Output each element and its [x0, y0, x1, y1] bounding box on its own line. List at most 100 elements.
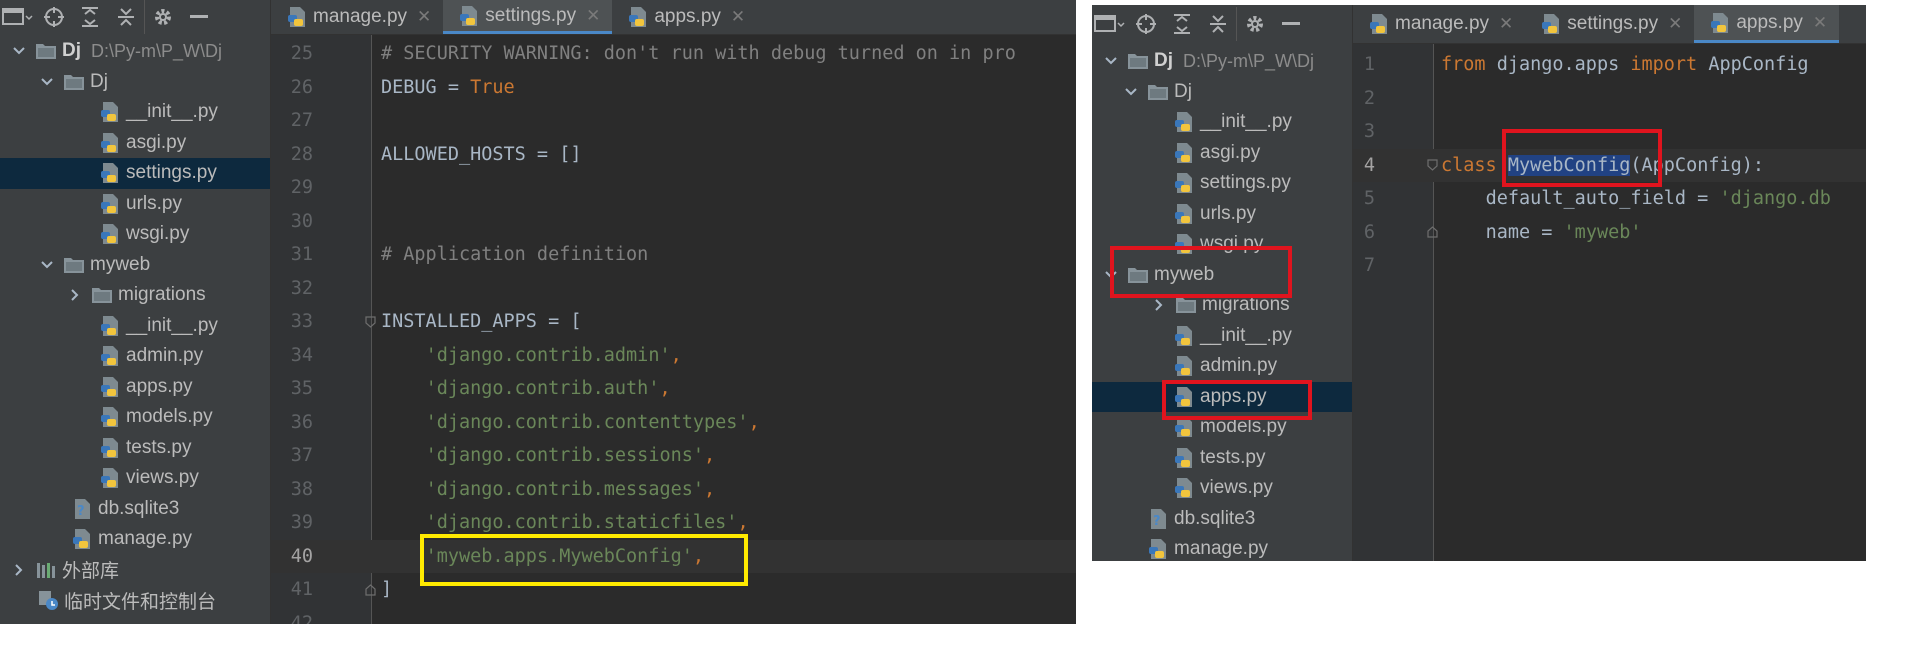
tree-item-label: views.py [126, 467, 199, 489]
tree-item-label: 外部库 [62, 561, 120, 583]
tree-folder-dj[interactable]: Dj [1092, 77, 1352, 108]
tree-file[interactable]: admin.py [1092, 351, 1352, 382]
tree-root[interactable]: Dj D:\Py-m\P_W\Dj [1092, 46, 1352, 77]
tree-file[interactable]: models.py [0, 402, 270, 433]
code-editor[interactable]: 25 # SECURITY WARNING: don't run with deb… [271, 35, 1076, 624]
tree-file-selected[interactable]: settings.py [0, 158, 270, 189]
chevron-down-icon[interactable] [36, 260, 58, 270]
fold-icon[interactable] [1427, 159, 1438, 172]
python-file-icon [285, 5, 309, 29]
python-file-icon [98, 436, 122, 460]
project-tree: Dj D:\Py-m\P_W\Dj Dj __init__.py asgi.py… [0, 36, 270, 616]
tree-file[interactable]: __init__.py [0, 97, 270, 128]
tree-file[interactable]: __init__.py [1092, 107, 1352, 138]
chevron-down-icon[interactable] [8, 46, 30, 56]
tree-file[interactable]: tests.py [1092, 443, 1352, 474]
tree-file[interactable]: manage.py [1092, 534, 1352, 561]
tree-file[interactable]: urls.py [1092, 199, 1352, 230]
tree-file[interactable]: manage.py [0, 524, 270, 555]
gear-icon[interactable] [1236, 7, 1273, 41]
gear-icon[interactable] [144, 0, 181, 34]
expand-all-icon[interactable] [1164, 7, 1200, 41]
tree-item-label: models.py [1200, 416, 1287, 438]
tree-scratches[interactable]: 临时文件和控制台 [0, 585, 270, 616]
tab-apps-py[interactable]: apps.py ✕ [1694, 5, 1840, 43]
close-icon[interactable]: ✕ [1813, 13, 1827, 33]
code-line: 6 name = 'myweb' [1353, 216, 1866, 250]
folder-icon [90, 283, 114, 307]
target-icon[interactable] [1128, 7, 1164, 41]
tree-external-libraries[interactable]: 外部库 [0, 555, 270, 586]
folder-icon [34, 39, 58, 63]
close-icon[interactable]: ✕ [586, 6, 600, 26]
tree-file[interactable]: asgi.py [1092, 138, 1352, 169]
tab-apps-py[interactable]: apps.py ✕ [612, 0, 757, 34]
tree-file[interactable]: ? db.sqlite3 [1092, 504, 1352, 535]
tab-settings-py[interactable]: settings.py ✕ [443, 0, 613, 34]
line-number: 36 [290, 411, 313, 433]
project-icon[interactable] [0, 0, 36, 34]
collapse-all-icon[interactable] [1200, 7, 1236, 41]
tree-item-label: __init__.py [1200, 324, 1292, 346]
minimize-icon[interactable] [181, 0, 217, 34]
tree-folder-migrations[interactable]: migrations [0, 280, 270, 311]
selected-class-name: MywebConfig [1507, 154, 1631, 176]
tree-file[interactable]: views.py [0, 463, 270, 494]
project-sidebar: Dj D:\Py-m\P_W\Dj Dj __init__.py asgi.py… [1092, 5, 1353, 561]
fold-icon[interactable] [365, 316, 376, 328]
minimize-icon[interactable] [1273, 7, 1309, 41]
tree-file[interactable]: admin.py [0, 341, 270, 372]
tree-file[interactable]: urls.py [0, 189, 270, 220]
tab-manage-py[interactable]: manage.py ✕ [1353, 5, 1525, 43]
tab-settings-py[interactable]: settings.py ✕ [1525, 5, 1694, 43]
code-line-current: 40 'myweb.apps.MywebConfig', [271, 539, 1076, 573]
chevron-down-icon[interactable] [1100, 56, 1122, 66]
python-file-icon [1172, 324, 1196, 348]
tree-file[interactable]: models.py [1092, 412, 1352, 443]
tree-root[interactable]: Dj D:\Py-m\P_W\Dj [0, 36, 270, 67]
chevron-down-icon[interactable] [1100, 270, 1122, 280]
chevron-down-icon[interactable] [1120, 87, 1142, 97]
python-file-icon [1172, 202, 1196, 226]
close-icon[interactable]: ✕ [417, 7, 431, 27]
tab-manage-py[interactable]: manage.py ✕ [271, 0, 443, 34]
tree-file[interactable]: wsgi.py [0, 219, 270, 250]
tree-file[interactable]: views.py [1092, 473, 1352, 504]
tree-file[interactable]: __init__.py [0, 311, 270, 342]
tree-file[interactable]: settings.py [1092, 168, 1352, 199]
tree-file[interactable]: __init__.py [1092, 321, 1352, 352]
expand-all-icon[interactable] [72, 0, 108, 34]
close-icon[interactable]: ✕ [731, 7, 745, 27]
tree-file[interactable]: asgi.py [0, 128, 270, 159]
tree-folder-migrations[interactable]: migrations [1092, 290, 1352, 321]
tree-item-label: db.sqlite3 [98, 497, 180, 519]
tab-label: manage.py [313, 6, 408, 27]
tree-file[interactable]: wsgi.py [1092, 229, 1352, 260]
fold-icon[interactable] [1427, 226, 1438, 238]
tree-file-selected[interactable]: apps.py [1092, 381, 1352, 412]
tree-item-label: db.sqlite3 [1174, 507, 1256, 529]
tree-file[interactable]: tests.py [0, 433, 270, 464]
tree-item-label: manage.py [1174, 538, 1269, 560]
chevron-right-icon[interactable] [1148, 298, 1170, 312]
code-editor[interactable]: 1 from django.apps import AppConfig 2 3 4… [1353, 44, 1866, 561]
collapse-all-icon[interactable] [108, 0, 144, 34]
line-number: 1 [1363, 54, 1375, 76]
tree-file[interactable]: ? db.sqlite3 [0, 494, 270, 525]
code-line: 34 'django.contrib.admin', [271, 339, 1076, 373]
project-icon[interactable] [1092, 7, 1128, 41]
python-file-icon [98, 344, 122, 368]
tree-folder-myweb[interactable]: myweb [1092, 260, 1352, 291]
code-line: 30 [271, 205, 1076, 239]
tree-folder-myweb[interactable]: myweb [0, 250, 270, 281]
close-icon[interactable]: ✕ [1499, 14, 1513, 34]
chevron-right-icon[interactable] [64, 288, 86, 302]
tree-folder-dj[interactable]: Dj [0, 67, 270, 98]
tree-item-label: Dj [1174, 80, 1192, 102]
chevron-right-icon[interactable] [8, 563, 30, 577]
tree-file[interactable]: apps.py [0, 372, 270, 403]
target-icon[interactable] [36, 0, 72, 34]
chevron-down-icon[interactable] [36, 77, 58, 87]
fold-icon[interactable] [365, 583, 376, 596]
close-icon[interactable]: ✕ [1668, 14, 1682, 34]
